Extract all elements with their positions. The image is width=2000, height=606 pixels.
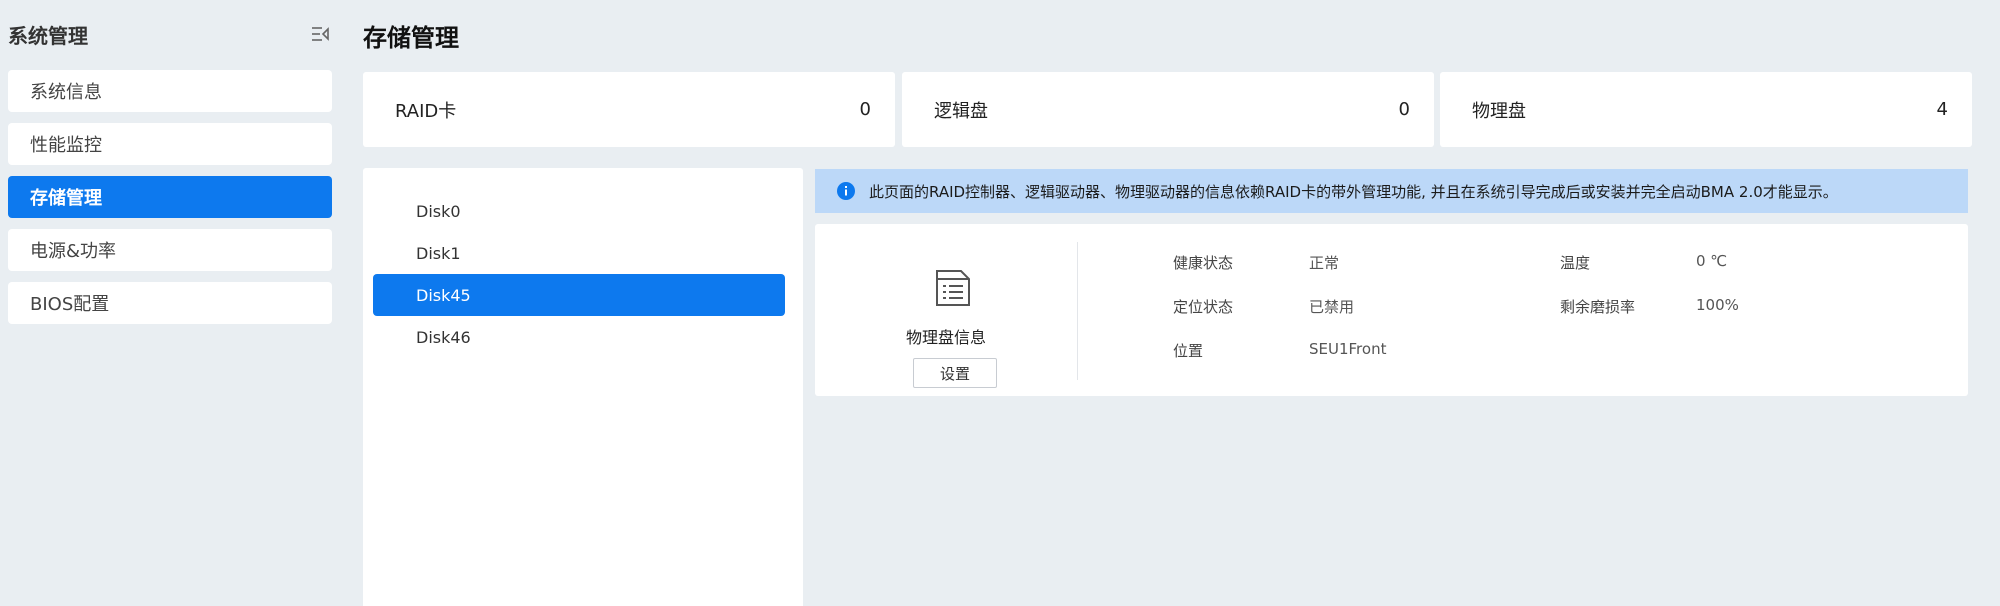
stat-card-logical: 逻辑盘 0 <box>902 72 1434 147</box>
position-label: 位置 <box>1173 342 1204 360</box>
disk-item-disk1[interactable]: Disk1 <box>373 232 785 274</box>
info-notice: 此页面的RAID控制器、逻辑驱动器、物理驱动器的信息依赖RAID卡的带外管理功能… <box>815 169 1968 213</box>
sidebar: 系统管理 系统信息 性能监控 存储管理 电源&功率 BIOS配置 <box>0 0 340 606</box>
physical-disk-icon <box>936 270 970 306</box>
notice-text: 此页面的RAID控制器、逻辑驱动器、物理驱动器的信息依赖RAID卡的带外管理功能… <box>869 182 1838 201</box>
sidebar-item-system-info[interactable]: 系统信息 <box>8 70 332 112</box>
position-value: SEU1Front <box>1309 340 1387 358</box>
locate-value: 已禁用 <box>1309 298 1355 316</box>
disk-item-disk46[interactable]: Disk46 <box>373 316 785 358</box>
info-icon <box>837 182 855 200</box>
stat-card-physical: 物理盘 4 <box>1440 72 1972 147</box>
disk-item-label: Disk1 <box>416 243 461 263</box>
detail-summary: 物理盘信息 设置 <box>815 242 1078 388</box>
disk-item-label: Disk46 <box>416 327 471 347</box>
sidebar-header: 系统管理 <box>8 18 338 50</box>
locate-label: 定位状态 <box>1173 298 1234 316</box>
sidebar-item-label: 系统信息 <box>30 82 102 103</box>
health-label: 健康状态 <box>1173 254 1234 272</box>
disk-tree-panel: Disk0 Disk1 Disk45 Disk46 <box>363 168 803 606</box>
temperature-label: 温度 <box>1560 254 1591 272</box>
sidebar-menu: 系统信息 性能监控 存储管理 电源&功率 BIOS配置 <box>8 70 332 335</box>
wear-label: 剩余磨损率 <box>1560 298 1636 316</box>
sidebar-item-storage[interactable]: 存储管理 <box>8 176 332 218</box>
disk-item-label: Disk45 <box>416 285 471 305</box>
sidebar-title: 系统管理 <box>8 24 88 48</box>
disk-item-disk45[interactable]: Disk45 <box>373 274 785 316</box>
sidebar-item-label: 存储管理 <box>30 188 102 209</box>
stat-value: 0 <box>859 99 871 120</box>
health-value: 正常 <box>1309 254 1340 272</box>
stat-card-raid: RAID卡 0 <box>363 72 895 147</box>
disk-list: Disk0 Disk1 Disk45 Disk46 <box>373 190 785 358</box>
stat-value: 0 <box>1398 99 1410 120</box>
disk-item-disk0[interactable]: Disk0 <box>373 190 785 232</box>
sidebar-item-label: 性能监控 <box>30 135 102 156</box>
sidebar-item-label: BIOS配置 <box>30 294 110 315</box>
physical-disk-detail: 物理盘信息 设置 健康状态 正常 定位状态 已禁用 位置 SEU1Front 温… <box>815 224 1968 396</box>
sidebar-item-power[interactable]: 电源&功率 <box>8 229 332 271</box>
stat-label: 逻辑盘 <box>934 100 988 122</box>
collapse-menu-icon[interactable] <box>310 24 330 44</box>
stat-value: 4 <box>1936 99 1948 120</box>
sidebar-item-bios[interactable]: BIOS配置 <box>8 282 332 324</box>
disk-item-label: Disk0 <box>416 201 461 221</box>
temperature-value: 0 ℃ <box>1696 252 1728 270</box>
page-title: 存储管理 <box>363 24 459 52</box>
settings-button[interactable]: 设置 <box>913 358 997 388</box>
sidebar-item-label: 电源&功率 <box>30 241 117 262</box>
detail-title: 物理盘信息 <box>905 328 986 347</box>
wear-value: 100% <box>1696 296 1739 314</box>
sidebar-item-performance[interactable]: 性能监控 <box>8 123 332 165</box>
stat-label: RAID卡 <box>395 100 457 122</box>
stat-label: 物理盘 <box>1472 100 1526 122</box>
